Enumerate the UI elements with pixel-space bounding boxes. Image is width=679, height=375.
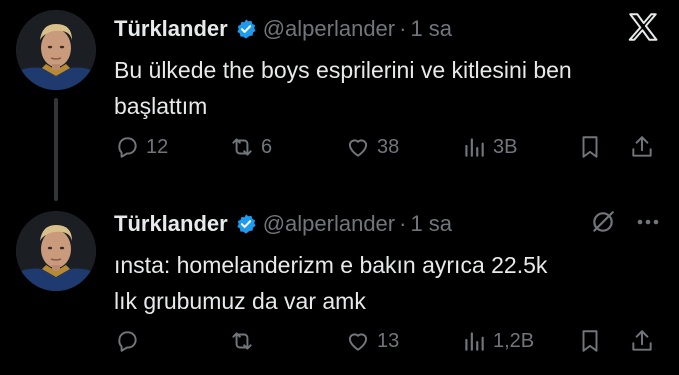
tweet-text: ınsta: homelanderizm e bakın ayrıca 22.5…	[114, 247, 654, 319]
like-count: 13	[377, 329, 400, 352]
like-button[interactable]: 13	[345, 328, 399, 354]
retweet-button[interactable]: 6	[229, 134, 272, 160]
author-handle[interactable]: @alperlander	[263, 16, 395, 42]
heart-icon	[345, 328, 371, 354]
share-icon	[629, 134, 655, 160]
tweet-1[interactable]: Türklander @alperlander · 1 sa Bu ülkede…	[0, 0, 679, 201]
bookmark-button[interactable]	[577, 328, 603, 354]
share-icon	[629, 328, 655, 354]
like-button[interactable]: 38	[345, 134, 399, 160]
view-count: 1,2B	[493, 329, 535, 352]
views-button[interactable]: 3B	[461, 134, 517, 160]
heart-icon	[345, 134, 371, 160]
tweet-header: Türklander @alperlander · 1 sa	[114, 14, 452, 44]
retweet-button[interactable]	[229, 328, 261, 354]
tweet-text: Bu ülkede the boys esprilerini ve kitles…	[114, 52, 654, 124]
view-count: 3B	[493, 135, 518, 158]
bookmark-button[interactable]	[577, 134, 603, 160]
views-icon	[461, 328, 487, 354]
x-logo-icon[interactable]	[626, 10, 660, 44]
avatar[interactable]	[16, 211, 96, 291]
more-options-icon[interactable]	[634, 213, 662, 231]
tweet-text-line: başlattım	[114, 93, 208, 119]
reply-icon	[114, 134, 140, 160]
avatar[interactable]	[16, 10, 96, 90]
views-icon	[461, 134, 487, 160]
reply-icon	[114, 328, 140, 354]
verified-badge-icon	[235, 213, 257, 235]
reply-count: 12	[146, 135, 169, 158]
author-name[interactable]: Türklander	[114, 211, 228, 237]
timestamp[interactable]: 1 sa	[410, 16, 452, 42]
like-count: 38	[377, 135, 400, 158]
tweet-text-line: Bu ülkede the boys esprilerini ve kitles…	[114, 57, 572, 83]
views-button[interactable]: 1,2B	[461, 328, 534, 354]
share-button[interactable]	[629, 328, 655, 354]
grok-icon[interactable]	[590, 209, 616, 235]
separator-dot: ·	[399, 16, 407, 41]
retweet-count: 6	[261, 135, 273, 158]
timestamp[interactable]: 1 sa	[410, 211, 452, 237]
tweet-header: Türklander @alperlander · 1 sa	[114, 209, 452, 239]
tweet-2[interactable]: Türklander @alperlander · 1 sa ınsta: ho…	[0, 195, 679, 375]
reply-button[interactable]: 12	[114, 134, 168, 160]
retweet-icon	[229, 134, 255, 160]
action-bar: 13 1,2B	[0, 328, 679, 358]
bookmark-icon	[577, 134, 603, 160]
retweet-icon	[229, 328, 255, 354]
bookmark-icon	[577, 328, 603, 354]
share-button[interactable]	[629, 134, 655, 160]
author-name[interactable]: Türklander	[114, 16, 228, 42]
reply-button[interactable]	[114, 328, 146, 354]
verified-badge-icon	[235, 18, 257, 40]
author-handle[interactable]: @alperlander	[263, 211, 395, 237]
action-bar: 12 6 38 3B	[0, 134, 679, 164]
tweet-text-line: lık grubumuz da var amk	[114, 288, 366, 314]
tweet-text-line: ınsta: homelanderizm e bakın ayrıca 22.5…	[114, 252, 548, 278]
separator-dot: ·	[399, 211, 407, 236]
